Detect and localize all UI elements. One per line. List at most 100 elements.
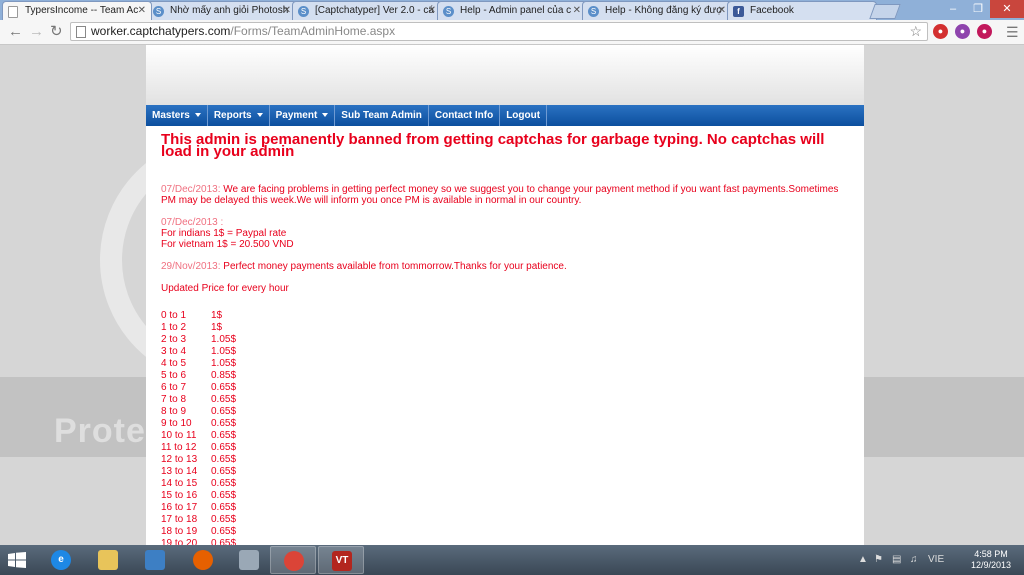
tab-close-icon[interactable]: ✕ [573, 5, 581, 16]
main-menu: Masters Reports Payment Sub Team Admin Conta… [146, 105, 864, 126]
menu-item-payment[interactable]: Payment [270, 105, 336, 126]
system-tray: ▲ ⚑ ▤ ♫ VIE 4:58 PM 12/9/2013 [854, 545, 1024, 575]
ban-notice: This admin is pemanently banned from get… [161, 131, 825, 160]
taskbar-button-vt[interactable]: VT [318, 546, 364, 574]
restore-button[interactable]: ❐ [966, 0, 990, 18]
price-row: 2 to 3 1.05$ [161, 334, 849, 346]
forward-icon[interactable]: → [29, 23, 44, 41]
price-range: 4 to 5 [161, 358, 187, 369]
price-range: 13 to 14 [161, 466, 198, 477]
tab[interactable]: S Help - Admin panel của c ✕ [437, 1, 587, 20]
taskbar-button-ie[interactable]: e [38, 546, 84, 574]
taskbar-button-file-explorer[interactable] [85, 546, 131, 574]
price-range: 12 to 13 [161, 454, 198, 465]
menu-item-label: Reports [213, 110, 252, 121]
tab[interactable]: S Nhờ mấy anh giỏi Photosh ✕ [147, 1, 297, 20]
tab-close-icon[interactable]: ✕ [283, 5, 291, 16]
price-range: 15 to 16 [161, 490, 198, 501]
price-row: 10 to 11 0.65$ [161, 430, 849, 442]
menu-icon[interactable]: ☰ [1006, 23, 1019, 41]
news-item: 29/Nov/2013: Perfect money payments avai… [161, 261, 849, 272]
address-domain: worker.captchatypers.com [91, 24, 231, 38]
price-value: 0.65$ [211, 478, 237, 489]
menu-item-sub-team-admin[interactable]: Sub Team Admin [335, 105, 429, 126]
clock-date: 12/9/2013 [970, 560, 1012, 570]
price-value: 0.65$ [211, 442, 237, 453]
price-value: 1$ [211, 310, 223, 321]
forum-icon: S [298, 6, 309, 17]
menu-item-label: Masters [152, 110, 190, 121]
price-range: 3 to 4 [161, 346, 187, 357]
price-value: 0.85$ [211, 370, 237, 381]
price-range: 6 to 7 [161, 382, 187, 393]
price-title: Updated Price for every hour [161, 283, 289, 294]
reload-icon[interactable]: ↻ [50, 23, 63, 41]
vt-icon: VT [332, 551, 352, 571]
tab-close-icon[interactable]: ✕ [718, 5, 726, 16]
price-value: 1$ [211, 322, 223, 333]
price-range: 14 to 15 [161, 478, 198, 489]
price-row: 17 to 18 0.65$ [161, 514, 849, 526]
price-row: 5 to 6 0.85$ [161, 370, 849, 382]
menu-item-label: Sub Team Admin [341, 110, 422, 121]
menu-item-label: Logout [506, 110, 541, 121]
back-icon[interactable]: ← [8, 23, 23, 41]
network-icon[interactable]: ▤ [892, 554, 901, 565]
tab-close-icon[interactable]: ✕ [138, 5, 146, 16]
address-bar[interactable]: worker.captchatypers.com/Forms/TeamAdmin… [70, 22, 928, 41]
price-value: 0.65$ [211, 502, 237, 513]
windows-start-icon[interactable] [8, 552, 26, 568]
bookmark-star-icon[interactable]: ☆ [909, 23, 922, 40]
menu-item-masters[interactable]: Masters [146, 105, 208, 126]
extension-icon[interactable]: ● [955, 24, 970, 39]
price-row: 6 to 7 0.65$ [161, 382, 849, 394]
site-header [146, 45, 864, 105]
price-value: 0.65$ [211, 394, 237, 405]
menu-item-reports[interactable]: Reports [208, 105, 270, 126]
close-window-button[interactable]: ✕ [990, 0, 1024, 18]
tab-close-icon[interactable]: ✕ [428, 5, 436, 16]
tray-expand-icon[interactable]: ▲ [858, 554, 868, 565]
price-value: 0.65$ [211, 406, 237, 417]
forum-icon: S [443, 6, 454, 17]
address-path: /Forms/TeamAdminHome.aspx [230, 24, 396, 38]
menu-item-label: Contact Info [434, 110, 494, 121]
taskbar-button-remote[interactable] [132, 546, 178, 574]
news-date: 29/Nov/2013: [161, 261, 221, 272]
price-row: 7 to 8 0.65$ [161, 394, 849, 406]
price-range: 9 to 10 [161, 418, 192, 429]
price-range: 2 to 3 [161, 334, 187, 345]
extension-icon[interactable]: ● [977, 24, 992, 39]
language-indicator[interactable]: VIE [928, 554, 944, 565]
tab[interactable]: TypersIncome -- Team Ac ✕ [2, 1, 152, 20]
price-value: 0.65$ [211, 538, 237, 545]
tab-title: Help - Không đăng ký đượ [605, 5, 723, 16]
tab-title: Facebook [750, 5, 794, 16]
tab[interactable]: S [Captchatyper] Ver 2.0 - cá ✕ [292, 1, 442, 20]
chrome-icon [284, 551, 304, 571]
minimize-button[interactable]: – [940, 0, 966, 18]
taskbar-button-computer[interactable] [226, 546, 272, 574]
forum-icon: S [153, 6, 164, 17]
clock[interactable]: 4:58 PM 12/9/2013 [966, 549, 1016, 571]
menu-item-contact-info[interactable]: Contact Info [429, 105, 501, 126]
taskbar-button-chrome[interactable] [270, 546, 316, 574]
tab-title: Nhờ mấy anh giỏi Photosh [170, 5, 289, 16]
price-range: 0 to 1 [161, 310, 187, 321]
price-value: 0.65$ [211, 430, 237, 441]
flag-icon[interactable]: ⚑ [874, 554, 883, 565]
news-text: For vietnam 1$ = 20.500 VND [161, 239, 294, 250]
new-tab-button[interactable] [869, 4, 901, 19]
price-row: 19 to 20 0.65$ [161, 538, 849, 545]
forum-icon: S [588, 6, 599, 17]
adblock-extension-icon[interactable]: ● [933, 24, 948, 39]
volume-icon[interactable]: ♫ [910, 554, 918, 565]
taskbar-button-firefox[interactable] [180, 546, 226, 574]
tab[interactable]: f Facebook [727, 1, 877, 20]
news-text: Perfect money payments available from to… [220, 261, 567, 272]
menu-item-logout[interactable]: Logout [500, 105, 548, 126]
tab[interactable]: S Help - Không đăng ký đượ ✕ [582, 1, 732, 20]
computer-icon [239, 550, 259, 570]
web-page: Prote Masters Reports Payment Sub Team Admi… [0, 45, 1024, 545]
price-range: 17 to 18 [161, 514, 198, 525]
